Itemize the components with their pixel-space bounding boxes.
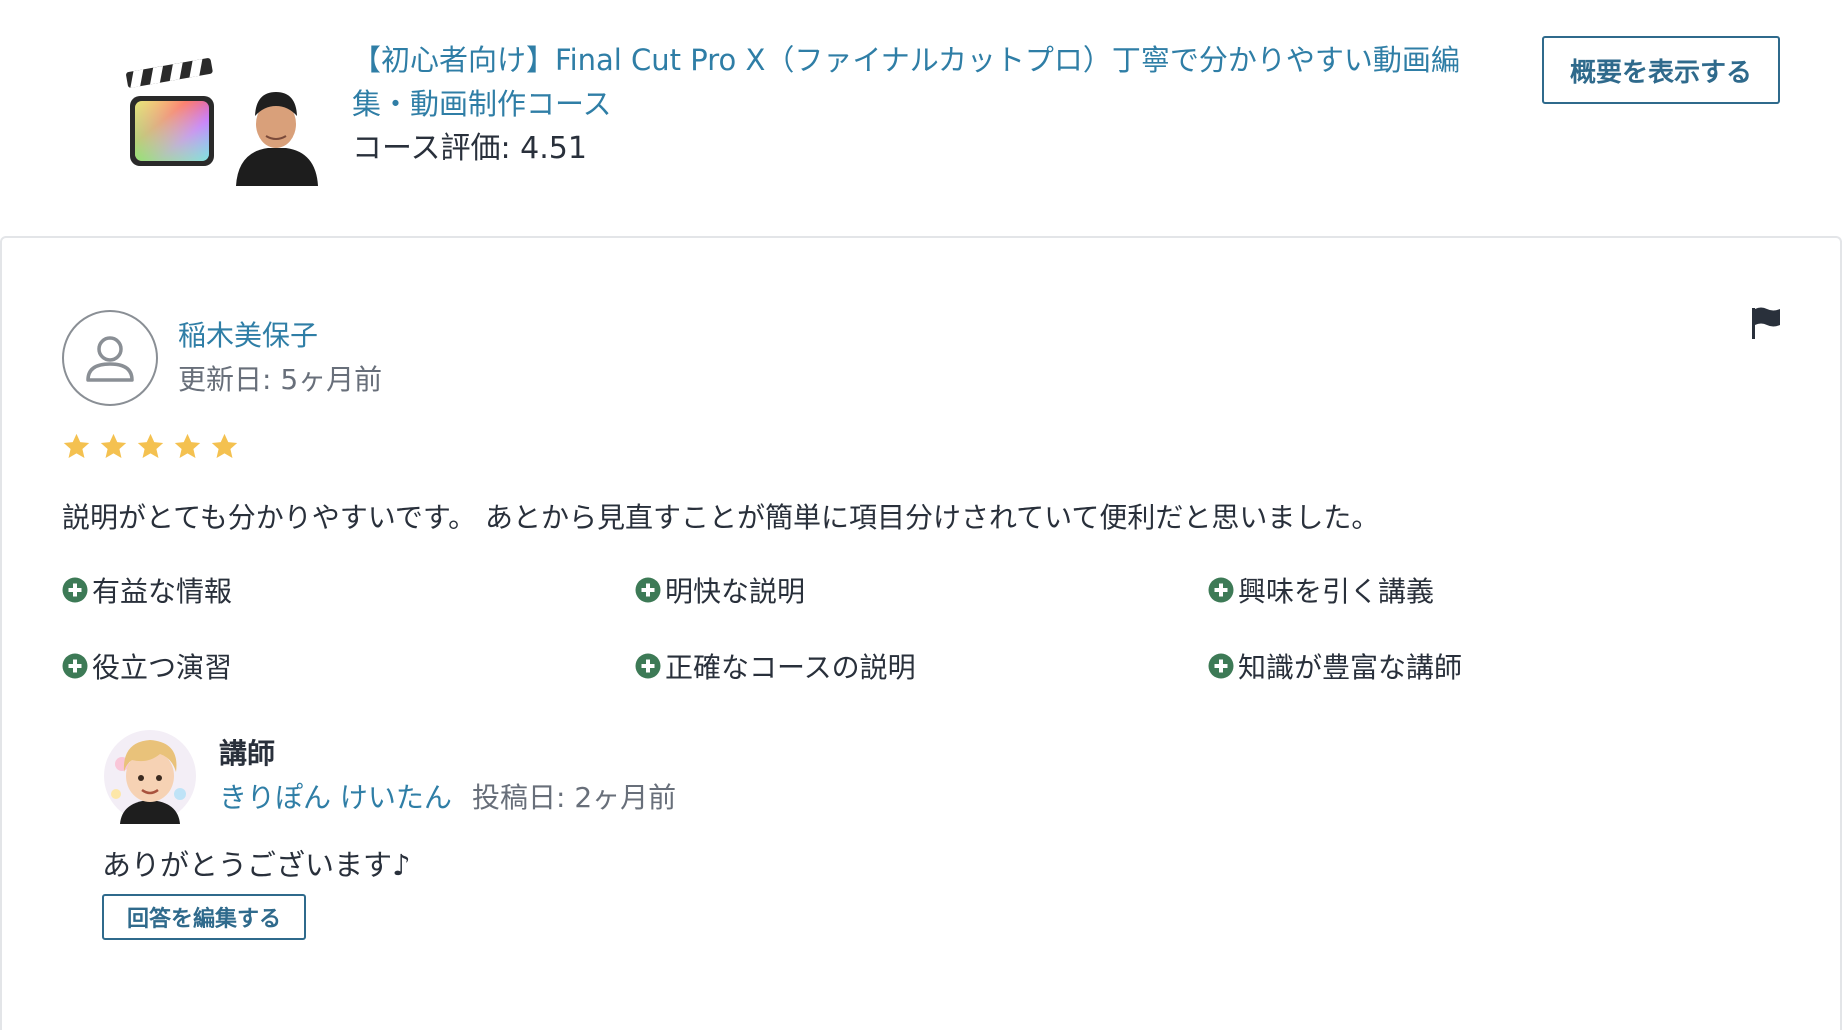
reply-text: ありがとうございます♪ xyxy=(102,848,411,882)
course-thumbnail xyxy=(126,56,323,186)
show-overview-button[interactable]: 概要を表示する xyxy=(1542,36,1780,104)
course-info: 【初心者向け】Final Cut Pro X（ファイナルカットプロ）丁寧で分かり… xyxy=(352,38,1502,172)
star-icon xyxy=(174,433,201,458)
instructor-role: 講師 xyxy=(219,737,276,770)
flag-icon[interactable] xyxy=(1750,306,1782,340)
plus-circle-icon xyxy=(62,653,88,679)
review-tag: 知識が豊富な講師 xyxy=(1208,646,1462,686)
review-text: 説明がとても分かりやすいです。 あとから見直すことが簡単に項目分けされていて便利… xyxy=(62,501,1380,534)
rating-stars xyxy=(62,432,239,461)
review-tag-label: 明快な説明 xyxy=(665,575,806,608)
plus-circle-icon xyxy=(1208,577,1234,603)
plus-circle-icon xyxy=(62,577,88,603)
plus-circle-icon xyxy=(635,653,661,679)
edit-reply-button[interactable]: 回答を編集する xyxy=(102,894,306,940)
review-page: 【初心者向け】Final Cut Pro X（ファイナルカットプロ）丁寧で分かり… xyxy=(0,0,1842,1030)
review-tag: 明快な説明 xyxy=(635,570,805,610)
course-header: 【初心者向け】Final Cut Pro X（ファイナルカットプロ）丁寧で分かり… xyxy=(0,0,1842,236)
review-tag-label: 正確なコースの説明 xyxy=(665,651,916,684)
star-icon xyxy=(100,433,127,458)
review-tag-label: 有益な情報 xyxy=(92,575,233,608)
review-tag: 興味を引く講義 xyxy=(1208,570,1434,610)
course-title[interactable]: 【初心者向け】Final Cut Pro X（ファイナルカットプロ）丁寧で分かり… xyxy=(352,38,1502,126)
course-rating: コース評価: 4.51 xyxy=(352,131,587,166)
review-updated-date: 更新日: 5ヶ月前 xyxy=(178,363,383,396)
review-tag: 有益な情報 xyxy=(62,570,232,610)
reply-posted-date: 投稿日: 2ヶ月前 xyxy=(472,781,677,814)
star-icon xyxy=(137,433,164,458)
review-card: 稲木美保子 更新日: 5ヶ月前 説明がとても分かりやすいです。 あとから見直すこ… xyxy=(0,236,1842,1030)
review-tag: 役立つ演習 xyxy=(62,646,232,686)
star-icon xyxy=(63,433,90,458)
review-tag-label: 知識が豊富な講師 xyxy=(1238,651,1463,684)
review-tag-label: 役立つ演習 xyxy=(92,651,233,684)
review-tag-label: 興味を引く講義 xyxy=(1238,575,1435,608)
star-icon xyxy=(211,433,238,458)
plus-circle-icon xyxy=(635,577,661,603)
plus-circle-icon xyxy=(1208,653,1234,679)
user-avatar-icon xyxy=(62,310,158,406)
instructor-name[interactable]: きりぽん けいたん xyxy=(219,776,452,816)
reviewer-name[interactable]: 稲木美保子 xyxy=(178,314,318,354)
instructor-avatar xyxy=(104,730,196,824)
review-tag: 正確なコースの説明 xyxy=(635,646,916,686)
